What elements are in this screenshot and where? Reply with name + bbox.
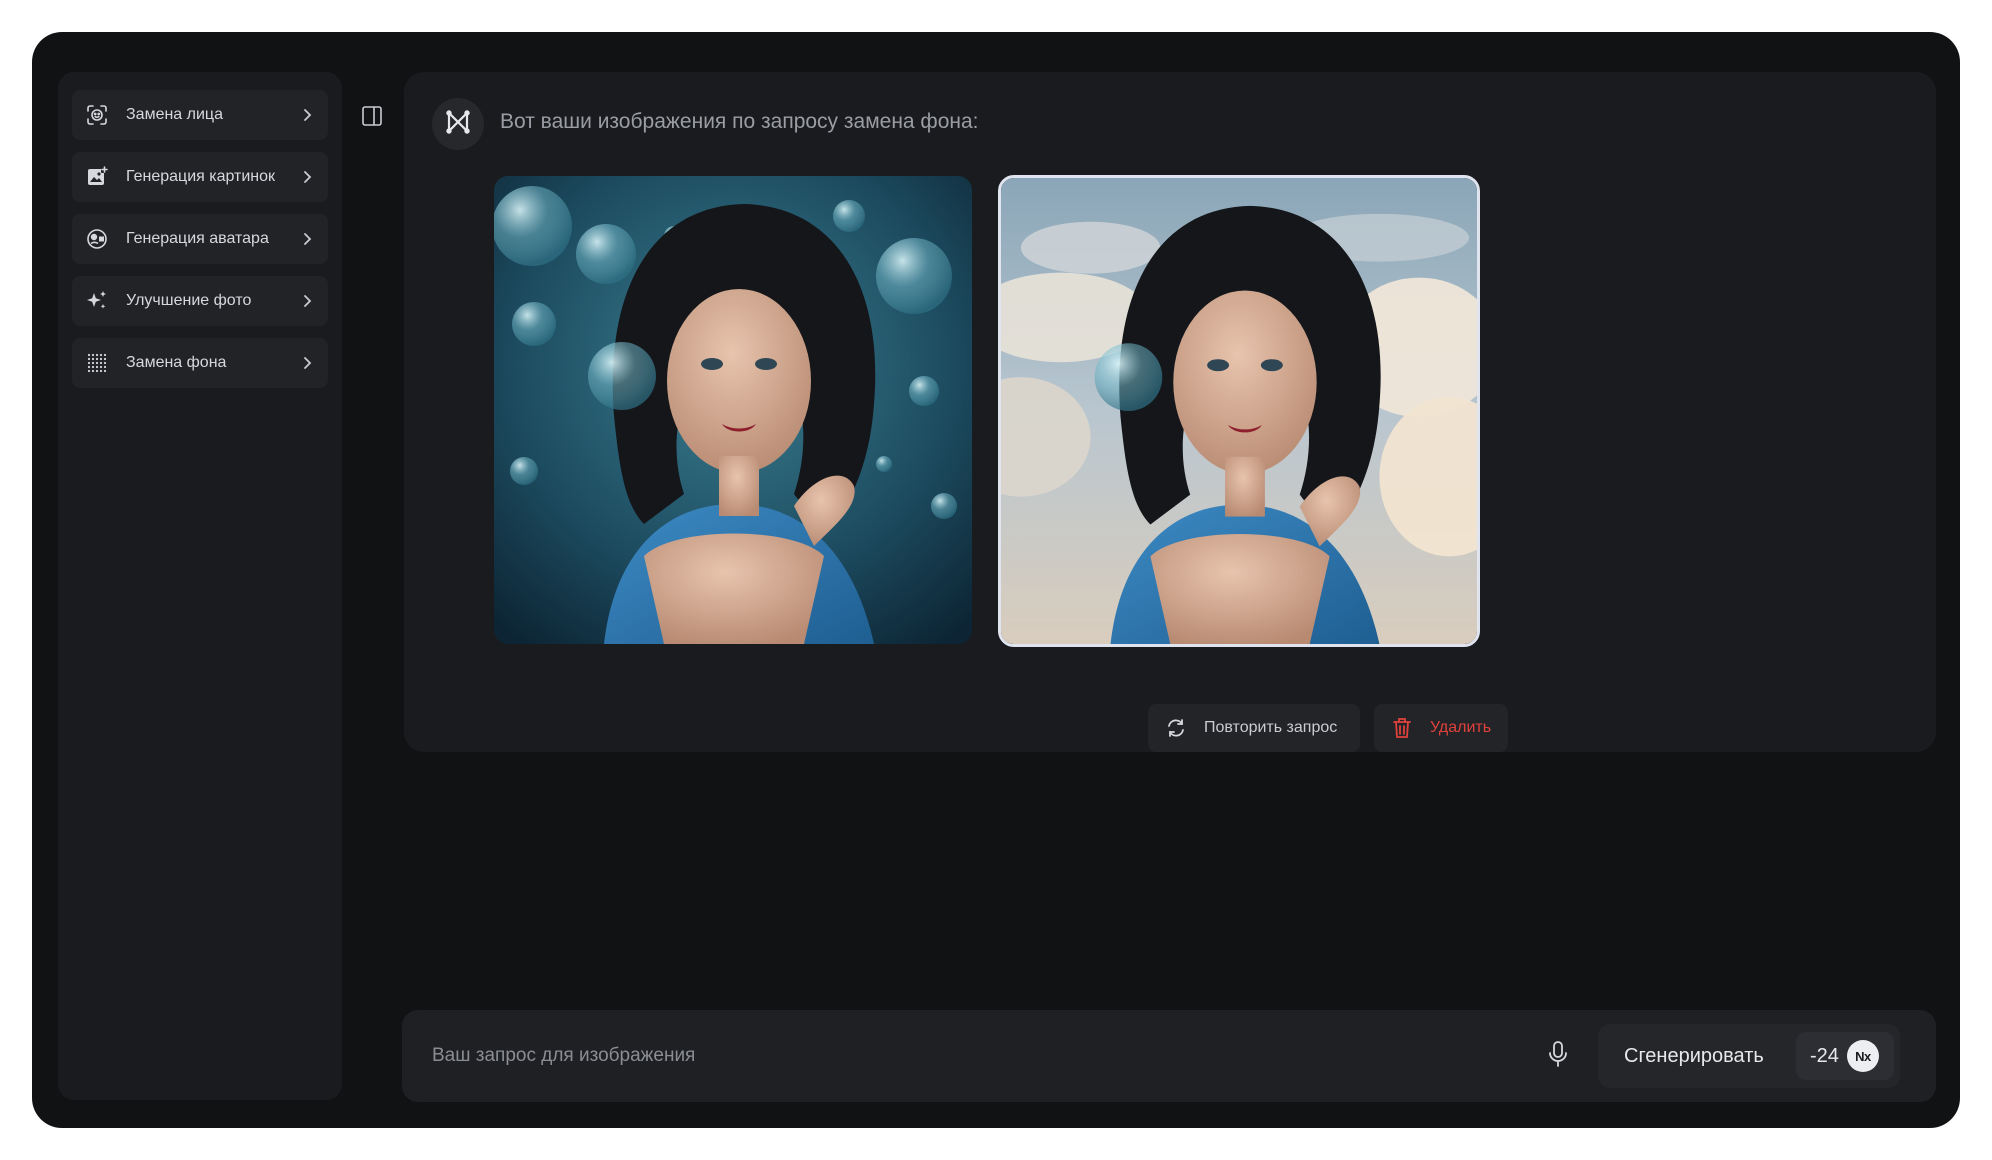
sparkles-icon [84,288,110,314]
currency-coin-icon: Nx [1846,1040,1879,1072]
chevron-right-icon [300,356,314,370]
face-scan-icon [84,102,110,128]
prompt-input[interactable] [432,1032,1532,1080]
voice-input-button[interactable] [1542,1040,1574,1072]
delete-label: Удалить [1430,719,1492,736]
sidebar-item-label: Улучшение фото [126,292,252,309]
generation-cost-badge: -24 Nx [1796,1032,1894,1080]
trash-icon [1390,716,1414,740]
bot-avatar [432,98,484,150]
chat-response-card: Вот ваши изображения по запросу замена ф… [404,72,1936,752]
tools-sidebar: Замена лица Генерация картинок Генерация… [58,72,342,1100]
sidebar-item-label: Замена лица [126,106,223,123]
bot-message-text: Вот ваши изображения по запросу замена ф… [500,110,979,133]
chevron-right-icon [300,232,314,246]
sidebar-item-face-swap[interactable]: Замена лица [72,90,328,140]
sidebar-toggle-button[interactable] [356,102,388,134]
avatar-icon [84,226,110,252]
cost-value: -24 [1810,1044,1839,1067]
sidebar-item-label: Замена фона [126,354,227,371]
background-grid-icon [84,350,110,376]
microphone-icon [1548,1040,1568,1073]
panel-toggle-icon [360,104,384,133]
app-window: Замена лица Генерация картинок Генерация… [32,32,1960,1128]
generate-label: Сгенерировать [1624,1045,1764,1067]
result-image-background-replaced[interactable] [998,175,1480,647]
generate-button[interactable]: Сгенерировать -24 Nx [1598,1024,1900,1088]
sidebar-item-avatar-generation[interactable]: Генерация аватара [72,214,328,264]
refresh-icon [1164,716,1188,740]
chevron-right-icon [300,170,314,184]
delete-button[interactable]: Удалить [1374,704,1508,752]
chevron-right-icon [300,108,314,122]
prompt-composer: Сгенерировать -24 Nx [402,1010,1936,1102]
repeat-request-button[interactable]: Повторить запрос [1148,704,1360,752]
chevron-right-icon [300,294,314,308]
sidebar-item-photo-enhance[interactable]: Улучшение фото [72,276,328,326]
sidebar-item-label: Генерация аватара [126,230,269,247]
bot-logo-icon [444,108,472,141]
sidebar-item-image-generation[interactable]: Генерация картинок [72,152,328,202]
image-add-icon [84,164,110,190]
result-image-original[interactable] [494,176,972,644]
sidebar-item-background-swap[interactable]: Замена фона [72,338,328,388]
sidebar-item-label: Генерация картинок [126,168,276,185]
repeat-request-label: Повторить запрос [1204,719,1338,736]
